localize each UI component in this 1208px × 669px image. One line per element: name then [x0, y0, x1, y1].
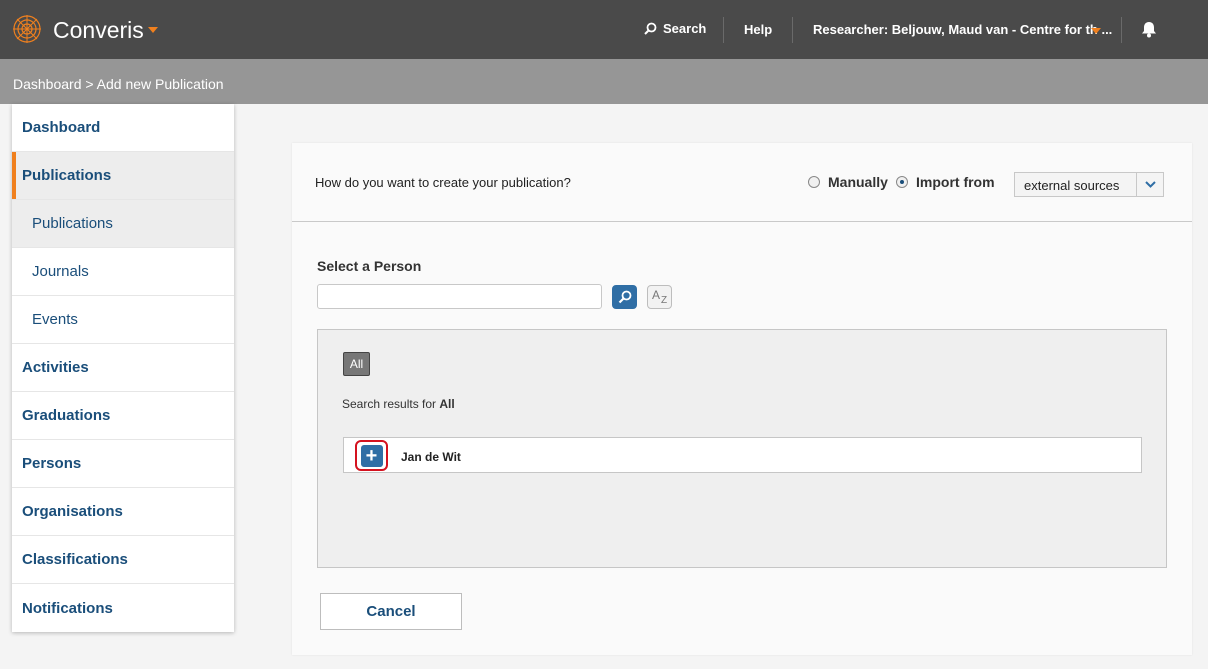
creation-question: How do you want to create your publicati… [315, 175, 571, 190]
results-caption: Search results for All [342, 397, 455, 411]
bell-icon[interactable] [1141, 21, 1157, 38]
manual-radio[interactable] [808, 176, 820, 188]
sidebar-item-dashboard[interactable]: Dashboard [12, 104, 234, 152]
top-header: Converis Search Help Researcher: Beljouw… [0, 0, 1208, 59]
sidebar-item-organisations[interactable]: Organisations [12, 488, 234, 536]
source-select-value: external sources [1024, 178, 1120, 193]
breadcrumb[interactable]: Dashboard > Add new Publication [13, 76, 224, 92]
header-divider [1121, 17, 1122, 43]
sidebar-item-publications[interactable]: Publications [12, 152, 234, 200]
search-icon [618, 290, 631, 304]
manual-radio-label[interactable]: Manually [828, 174, 888, 190]
sidebar-subitem-publications[interactable]: Publications [12, 200, 234, 248]
search-link[interactable]: Search [644, 21, 706, 36]
section-divider [292, 221, 1192, 222]
breadcrumb-bar: Dashboard > Add new Publication [0, 59, 1208, 104]
sidebar-subitem-events[interactable]: Events [12, 296, 234, 344]
sidebar-item-graduations[interactable]: Graduations [12, 392, 234, 440]
cancel-button[interactable]: Cancel [320, 593, 462, 630]
alphabetical-browse-button[interactable]: A Z [647, 285, 672, 309]
sidebar-item-notifications[interactable]: Notifications [12, 584, 234, 632]
az-icon: A [652, 288, 661, 302]
person-search-button[interactable] [612, 285, 637, 309]
result-row: + Jan de Wit [343, 437, 1142, 473]
sidebar-item-activities[interactable]: Activities [12, 344, 234, 392]
person-search-input[interactable] [317, 284, 602, 309]
chevron-down-icon[interactable] [1136, 173, 1163, 196]
help-link[interactable]: Help [744, 22, 772, 37]
sidebar: Dashboard Publications Publications Jour… [12, 104, 234, 632]
converis-logo-icon[interactable] [12, 14, 42, 44]
search-results-panel: All Search results for All + Jan de Wit [317, 329, 1167, 568]
add-person-button[interactable]: + [355, 440, 388, 471]
filter-chip-all[interactable]: All [343, 352, 370, 376]
search-icon [644, 22, 657, 35]
header-divider [723, 17, 724, 43]
sidebar-item-classifications[interactable]: Classifications [12, 536, 234, 584]
header-divider [792, 17, 793, 43]
sidebar-item-persons[interactable]: Persons [12, 440, 234, 488]
results-term: All [439, 397, 455, 411]
sidebar-subitem-journals[interactable]: Journals [12, 248, 234, 296]
app-name[interactable]: Converis [53, 17, 144, 44]
select-person-label: Select a Person [317, 258, 422, 274]
plus-icon: + [360, 444, 383, 467]
import-radio[interactable] [896, 176, 908, 188]
app-menu-caret-icon[interactable] [148, 27, 158, 33]
user-menu[interactable]: Researcher: Beljouw, Maud van - Centre f… [813, 22, 1112, 37]
main-panel: How do you want to create your publicati… [292, 143, 1192, 655]
import-radio-label[interactable]: Import from [916, 174, 995, 190]
results-prefix: Search results for [342, 397, 437, 411]
user-menu-caret-icon[interactable] [1091, 28, 1101, 34]
source-select[interactable]: external sources [1014, 172, 1164, 197]
search-label: Search [663, 21, 707, 36]
result-person-name: Jan de Wit [401, 450, 461, 464]
